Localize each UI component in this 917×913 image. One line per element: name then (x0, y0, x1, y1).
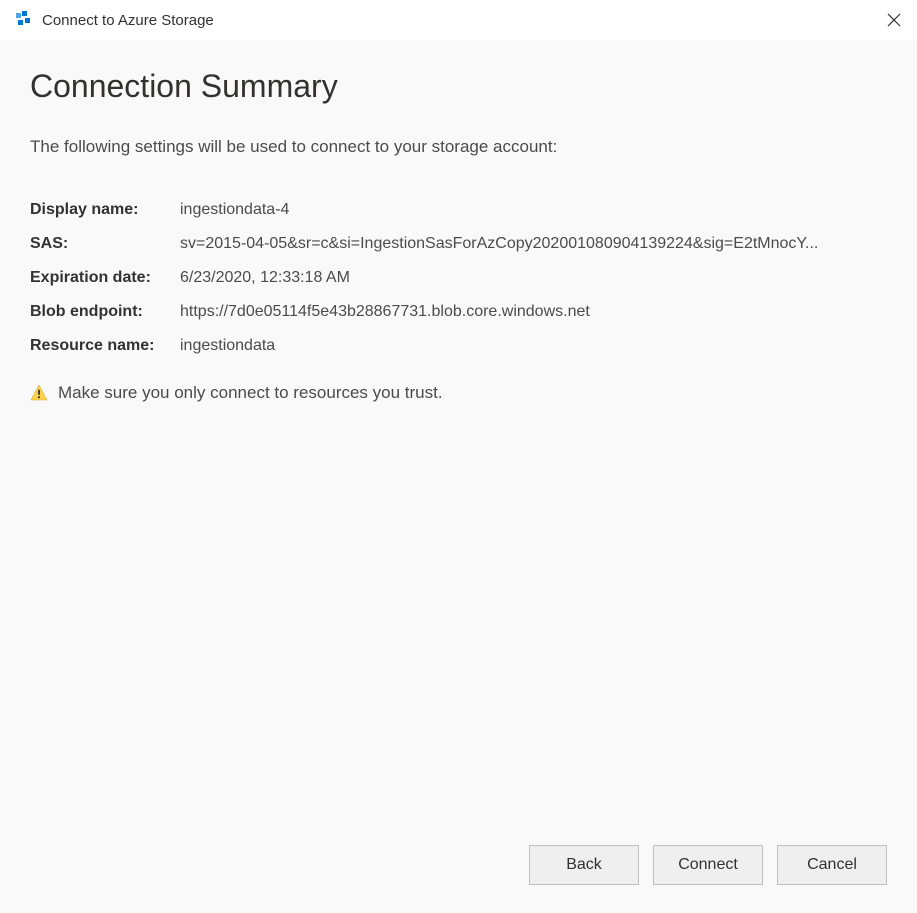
warning-row: Make sure you only connect to resources … (30, 383, 887, 403)
page-title: Connection Summary (30, 68, 887, 105)
footer-buttons: Back Connect Cancel (30, 825, 887, 885)
table-row: Expiration date: 6/23/2020, 12:33:18 AM (30, 261, 887, 295)
page-description: The following settings will be used to c… (30, 137, 887, 157)
sas-label: SAS: (30, 227, 180, 261)
close-icon[interactable] (887, 13, 901, 27)
warning-text: Make sure you only connect to resources … (58, 383, 443, 403)
titlebar: Connect to Azure Storage (0, 0, 917, 40)
warning-icon (30, 384, 48, 402)
azure-storage-icon (16, 11, 34, 29)
window-title: Connect to Azure Storage (42, 12, 214, 29)
display-name-label: Display name: (30, 193, 180, 227)
blob-endpoint-value: https://7d0e05114f5e43b28867731.blob.cor… (180, 295, 887, 329)
resource-name-value: ingestiondata (180, 329, 887, 363)
table-row: Resource name: ingestiondata (30, 329, 887, 363)
back-button[interactable]: Back (529, 845, 639, 885)
resource-name-label: Resource name: (30, 329, 180, 363)
expiration-label: Expiration date: (30, 261, 180, 295)
display-name-value: ingestiondata-4 (180, 193, 887, 227)
table-row: SAS: sv=2015-04-05&sr=c&si=IngestionSasF… (30, 227, 887, 261)
titlebar-left: Connect to Azure Storage (16, 11, 214, 29)
expiration-value: 6/23/2020, 12:33:18 AM (180, 261, 887, 295)
sas-value: sv=2015-04-05&sr=c&si=IngestionSasForAzC… (180, 227, 887, 261)
connect-button[interactable]: Connect (653, 845, 763, 885)
table-row: Blob endpoint: https://7d0e05114f5e43b28… (30, 295, 887, 329)
settings-table: Display name: ingestiondata-4 SAS: sv=20… (30, 193, 887, 363)
blob-endpoint-label: Blob endpoint: (30, 295, 180, 329)
content-area: Connection Summary The following setting… (0, 40, 917, 913)
cancel-button[interactable]: Cancel (777, 845, 887, 885)
table-row: Display name: ingestiondata-4 (30, 193, 887, 227)
